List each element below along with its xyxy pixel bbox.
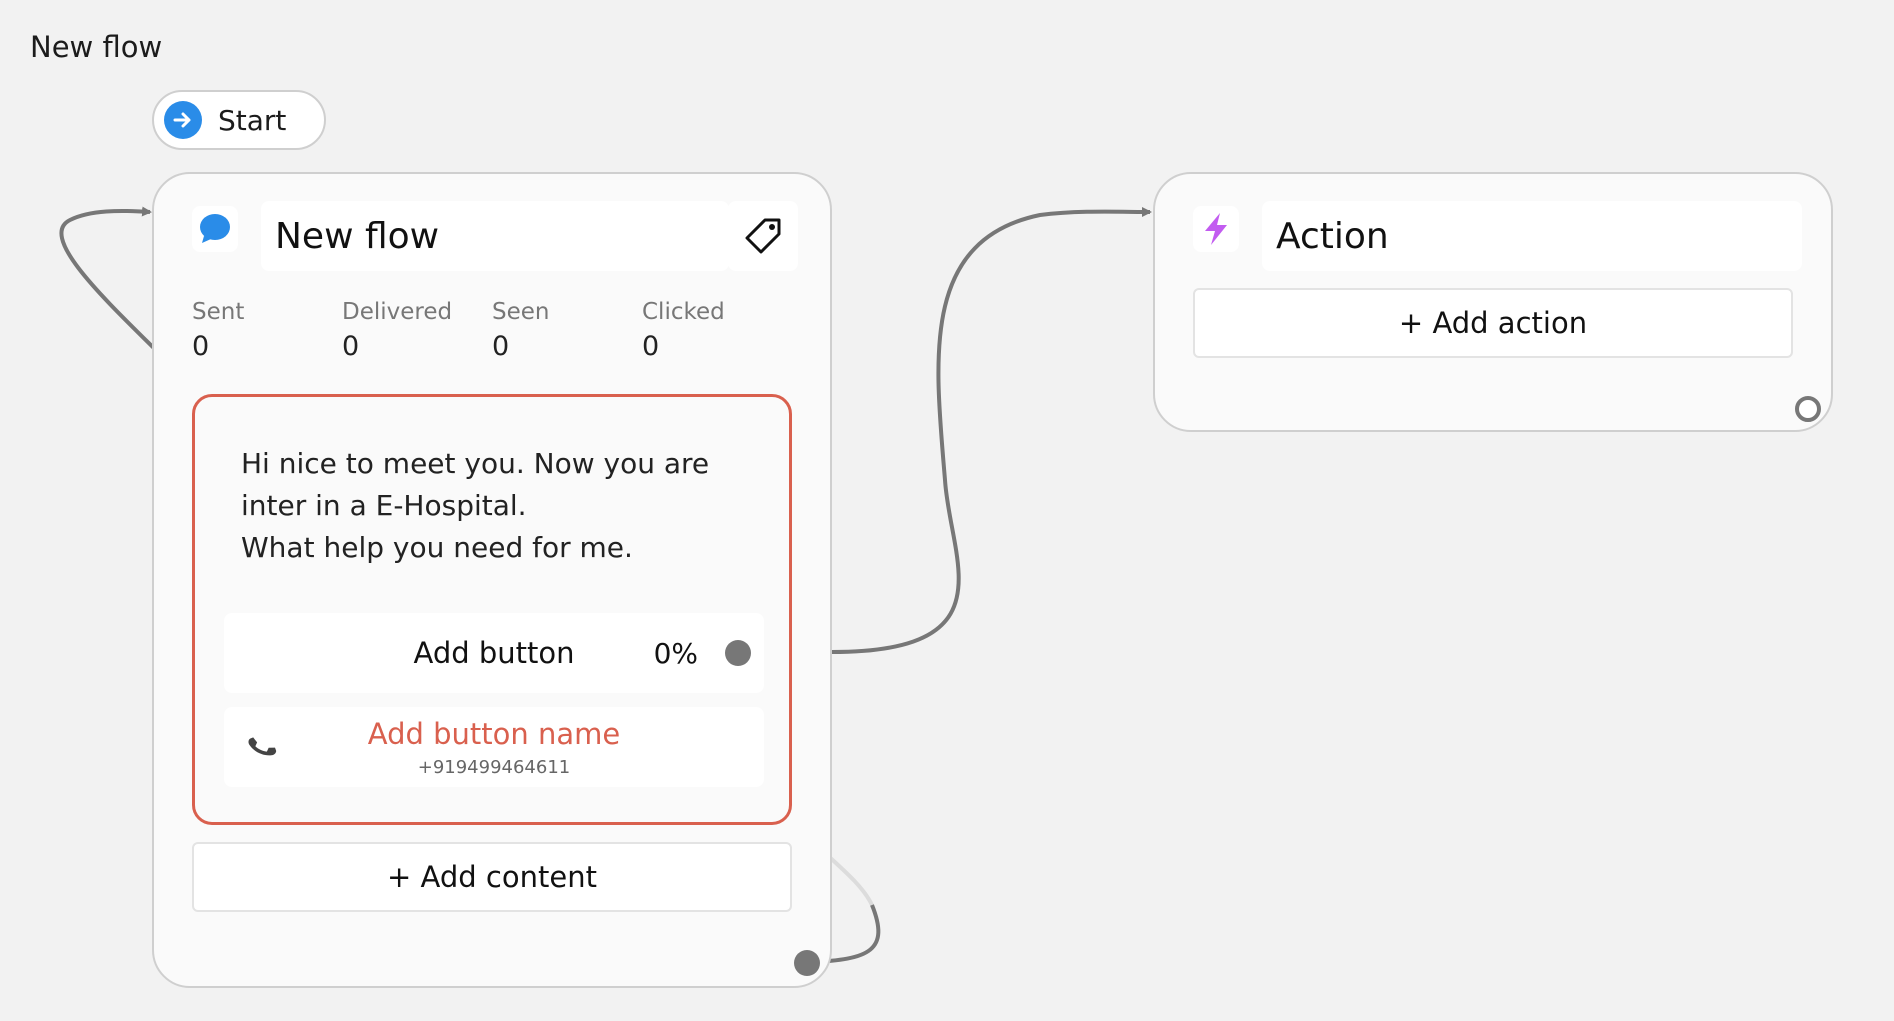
add-button-row[interactable]: Add button 0% — [224, 613, 764, 693]
action-node-title[interactable]: Action — [1262, 201, 1802, 271]
flow-canvas[interactable]: New flow Start New flow Sent 0 Delivered… — [0, 0, 1894, 1021]
message-node[interactable]: New flow Sent 0 Delivered 0 Seen 0 Click… — [152, 172, 832, 988]
tag-icon[interactable] — [728, 201, 798, 271]
stat-delivered: Delivered 0 — [342, 299, 453, 362]
connector-to-action — [831, 206, 1152, 654]
message-node-header — [192, 206, 238, 252]
button-output-handle[interactable] — [725, 640, 751, 666]
chat-bubble-icon — [192, 206, 238, 252]
message-node-title[interactable]: New flow — [261, 201, 729, 271]
stat-sent: Sent 0 — [192, 299, 245, 362]
add-content-button[interactable]: + Add content — [192, 842, 792, 912]
phone-button-name: Add button name — [367, 717, 621, 751]
start-pill[interactable]: Start — [152, 90, 326, 150]
page-title: New flow — [30, 30, 163, 64]
add-action-button[interactable]: + Add action — [1193, 288, 1793, 358]
phone-button-number: +919499464611 — [417, 757, 571, 778]
stat-seen: Seen 0 — [492, 299, 550, 362]
message-content-box[interactable]: Hi nice to meet you. Now you are inter i… — [192, 394, 792, 825]
action-node[interactable]: Action + Add action — [1153, 172, 1833, 432]
node-output-handle[interactable] — [794, 950, 820, 976]
message-text[interactable]: Hi nice to meet you. Now you are inter i… — [241, 443, 741, 569]
start-label: Start — [218, 103, 287, 137]
stats-row: Sent 0 Delivered 0 Seen 0 Clicked 0 — [192, 299, 792, 362]
action-output-handle[interactable] — [1795, 396, 1821, 422]
arrow-right-icon — [164, 101, 202, 139]
phone-button-row[interactable]: Add button name +919499464611 — [224, 707, 764, 787]
click-percent: 0% — [653, 636, 698, 670]
lightning-icon — [1193, 206, 1239, 252]
action-node-header — [1193, 206, 1239, 252]
stat-clicked: Clicked 0 — [642, 299, 725, 362]
